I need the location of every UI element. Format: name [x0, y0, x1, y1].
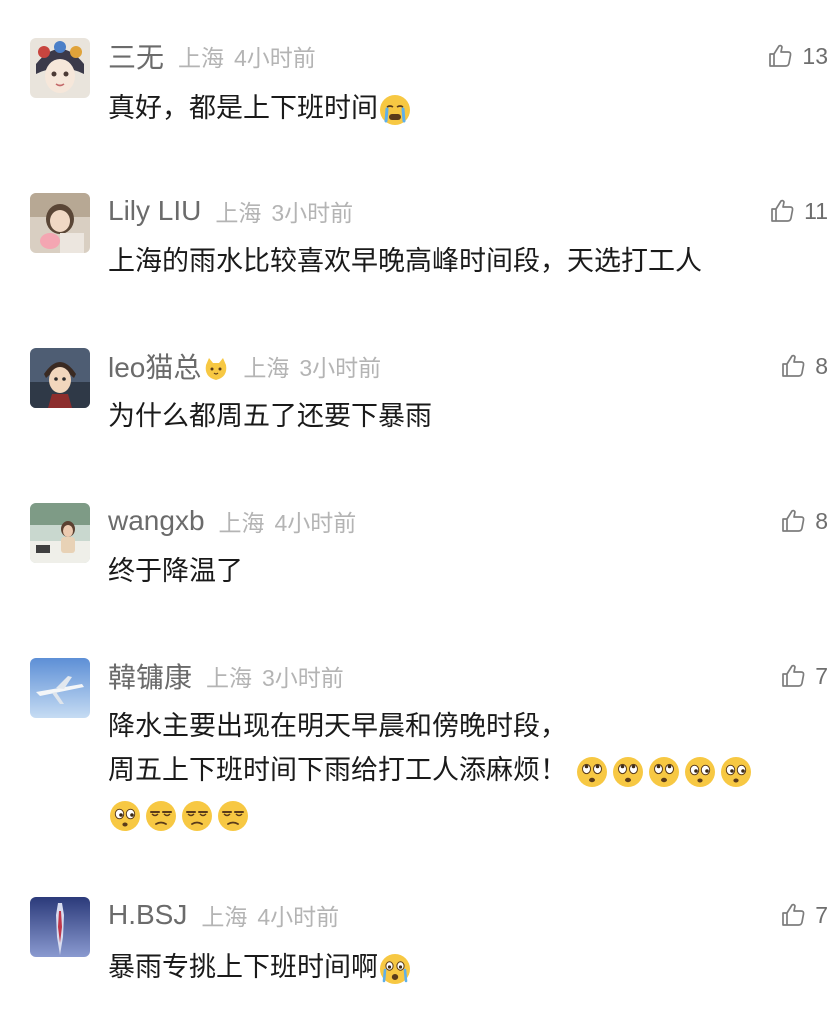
timestamp: 3小时前 [262, 665, 344, 691]
comment-item: Lily LIU 上海 3小时前 11 上海的雨水比较喜欢早晚高峰时间段，天选打… [0, 193, 840, 283]
comment-header: H.BSJ 上海 4小时前 [108, 897, 339, 933]
avatar-image [30, 503, 90, 563]
avatar-image [30, 348, 90, 408]
avatar[interactable] [30, 658, 90, 718]
avatar-image [30, 897, 90, 957]
eye-roll-face-icon [110, 800, 140, 831]
comment-header: 三无 上海 4小时前 [108, 38, 316, 74]
like-count: 7 [815, 662, 828, 689]
like-button[interactable]: 8 [779, 505, 828, 537]
comment-item: H.BSJ 上海 4小时前 7 暴雨专挑上下班时间啊 [0, 897, 840, 997]
like-button[interactable]: 7 [779, 899, 828, 931]
avatar[interactable] [30, 503, 90, 563]
comment-item: 韓镛康 上海 3小时前 7 降水主要出现在明天早晨和傍晚时段， 周五上下班时间下… [0, 658, 840, 838]
username[interactable]: 韓镛康 [108, 656, 192, 696]
username[interactable]: Lily LIU [108, 195, 201, 227]
like-count: 11 [804, 197, 828, 224]
rolling-eyes-face-icon [613, 756, 643, 787]
avatar[interactable] [30, 38, 90, 98]
comment-line: 暴雨专挑上下班时间啊 [108, 945, 800, 989]
location-label: 上海 [201, 904, 248, 930]
comment-header: 韓镛康 上海 3小时前 [108, 658, 344, 694]
comment-text: 真好，都是上下班时间 [108, 86, 800, 130]
comment-text: 暴雨专挑上下班时间啊 [108, 945, 800, 989]
eye-roll-face-icon [685, 756, 715, 787]
thumbs-up-icon [782, 509, 805, 532]
unamused-face-icon [182, 800, 212, 831]
like-button[interactable]: 7 [779, 660, 828, 692]
thumbs-up-icon [782, 354, 805, 377]
comment-line: 降水主要出现在明天早晨和傍晚时段， [108, 711, 567, 741]
like-count: 8 [815, 352, 828, 379]
distressed-face-icon [380, 953, 410, 984]
like-count: 13 [802, 42, 828, 69]
comment-line: 周五上下班时间下雨给打工人添麻烦！ [108, 748, 800, 792]
rolling-eyes-face-icon [649, 756, 679, 787]
avatar[interactable] [30, 193, 90, 253]
timestamp: 4小时前 [257, 904, 340, 930]
location-label: 上海 [218, 510, 265, 536]
comment-line: 上海的雨水比较喜欢早晚高峰时间段，天选打工人 [108, 246, 702, 276]
comment-line: 为什么都周五了还要下暴雨 [108, 401, 432, 431]
thumbs-up-icon [782, 664, 805, 687]
like-button[interactable]: 8 [779, 350, 828, 382]
location-label: 上海 [215, 200, 262, 226]
unamused-face-icon [146, 800, 176, 831]
comment-text: 为什么都周五了还要下暴雨 [108, 394, 800, 438]
comment-line: 终于降温了 [108, 556, 243, 586]
like-count: 8 [815, 507, 828, 534]
comment-item: 三无 上海 4小时前 13 真好，都是上下班时间 [0, 38, 840, 138]
avatar[interactable] [30, 348, 90, 408]
location-label: 上海 [178, 45, 225, 71]
thumbs-up-icon [769, 44, 792, 67]
eye-roll-face-icon [721, 756, 751, 787]
comment-text: 上海的雨水比较喜欢早晚高峰时间段，天选打工人 [108, 239, 800, 283]
thumbs-up-icon [771, 199, 794, 222]
comment-item: wangxb 上海 4小时前 8 终于降温了 [0, 503, 840, 593]
avatar-image [30, 193, 90, 253]
crying-face-icon [380, 94, 410, 125]
timestamp: 3小时前 [271, 200, 354, 226]
comment-text: 降水主要出现在明天早晨和傍晚时段， 周五上下班时间下雨给打工人添麻烦！ [108, 704, 800, 836]
thumbs-up-icon [782, 903, 805, 926]
rolling-eyes-face-icon [577, 756, 607, 787]
comment-line: 真好，都是上下班时间 [108, 86, 800, 130]
avatar-image [30, 38, 90, 98]
timestamp: 4小时前 [274, 510, 357, 536]
username[interactable]: H.BSJ [108, 899, 187, 931]
comment-text: 终于降温了 [108, 549, 800, 593]
unamused-face-icon [218, 800, 248, 831]
username[interactable]: wangxb [108, 505, 205, 537]
cat-face-icon [206, 357, 227, 380]
comment-line [108, 792, 800, 836]
location-label: 上海 [206, 665, 253, 691]
avatar[interactable] [30, 897, 90, 957]
comment-header: Lily LIU 上海 3小时前 [108, 193, 353, 229]
avatar-image [30, 658, 90, 718]
username[interactable]: 三无 [108, 36, 164, 76]
like-button[interactable]: 11 [768, 195, 828, 227]
comment-header: leo猫总 上海 3小时前 [108, 348, 381, 384]
comment-header: wangxb 上海 4小时前 [108, 503, 356, 539]
like-count: 7 [815, 901, 828, 928]
comment-item: leo猫总 上海 3小时前 8 为什么都周五了还要下暴雨 [0, 348, 840, 438]
like-button[interactable]: 13 [766, 40, 828, 72]
timestamp: 3小时前 [299, 355, 382, 381]
location-label: 上海 [243, 355, 290, 381]
timestamp: 4小时前 [234, 45, 316, 71]
username[interactable]: leo猫总 [108, 346, 229, 386]
